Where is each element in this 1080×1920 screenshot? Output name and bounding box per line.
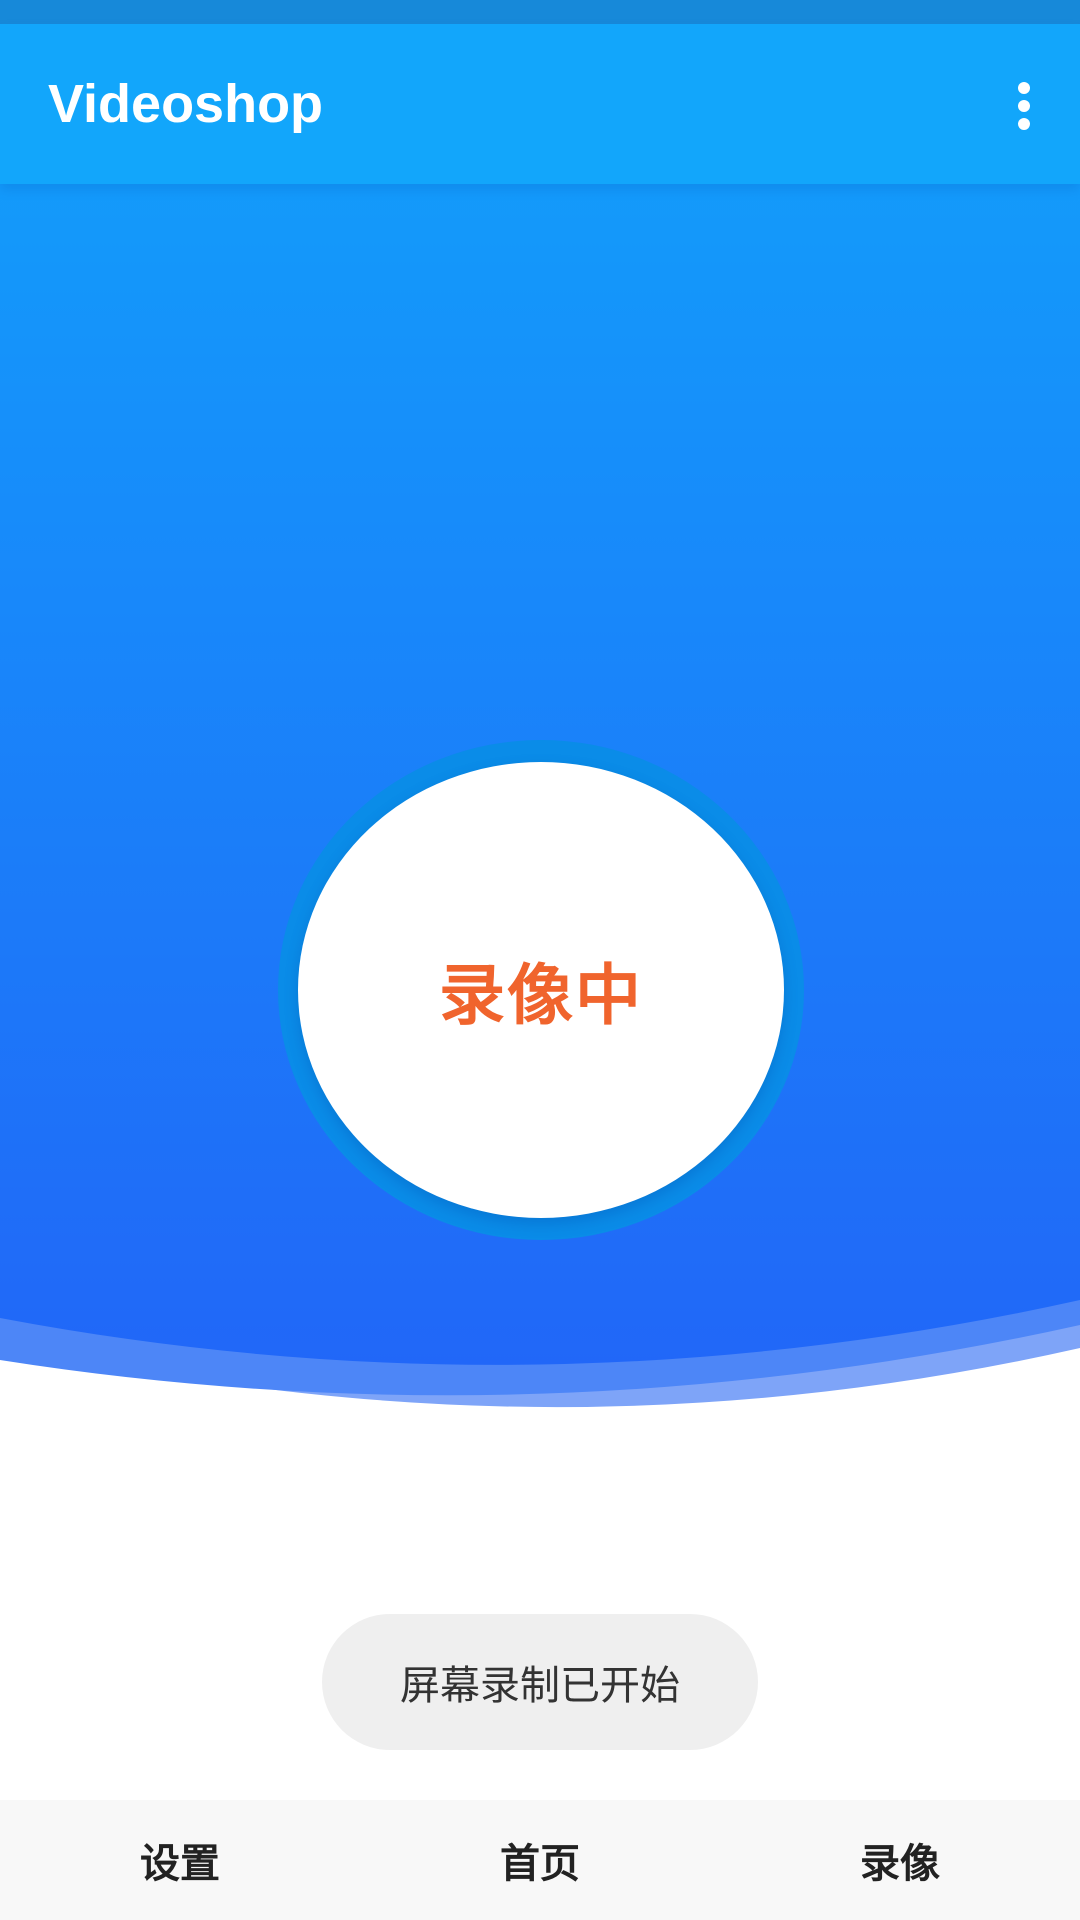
record-status-label: 录像中 [439, 957, 643, 1034]
toast: 屏幕录制已开始 [322, 1614, 758, 1750]
toast-text: 屏幕录制已开始 [400, 1663, 680, 1709]
app-title: Videoshop [48, 74, 324, 134]
nav-item-record[interactable]: 录像 [720, 1800, 1080, 1920]
more-vertical-icon [1018, 82, 1030, 130]
nav-item-label: 设置 [140, 1841, 220, 1887]
more-options-button[interactable] [992, 74, 1056, 138]
nav-item-label: 录像 [860, 1841, 940, 1887]
nav-item-label: 首页 [500, 1841, 580, 1887]
app-bar: Videoshop [0, 24, 1080, 184]
nav-item-settings[interactable]: 设置 [0, 1800, 360, 1920]
status-bar [0, 0, 1080, 24]
nav-item-home[interactable]: 首页 [360, 1800, 720, 1920]
bottom-nav: 设置 首页 录像 [0, 1800, 1080, 1920]
screen: Videoshop 录像中 屏幕录制已开始 设置 首页 录像 [0, 0, 1080, 1920]
record-button[interactable]: 录像中 [298, 762, 784, 1218]
